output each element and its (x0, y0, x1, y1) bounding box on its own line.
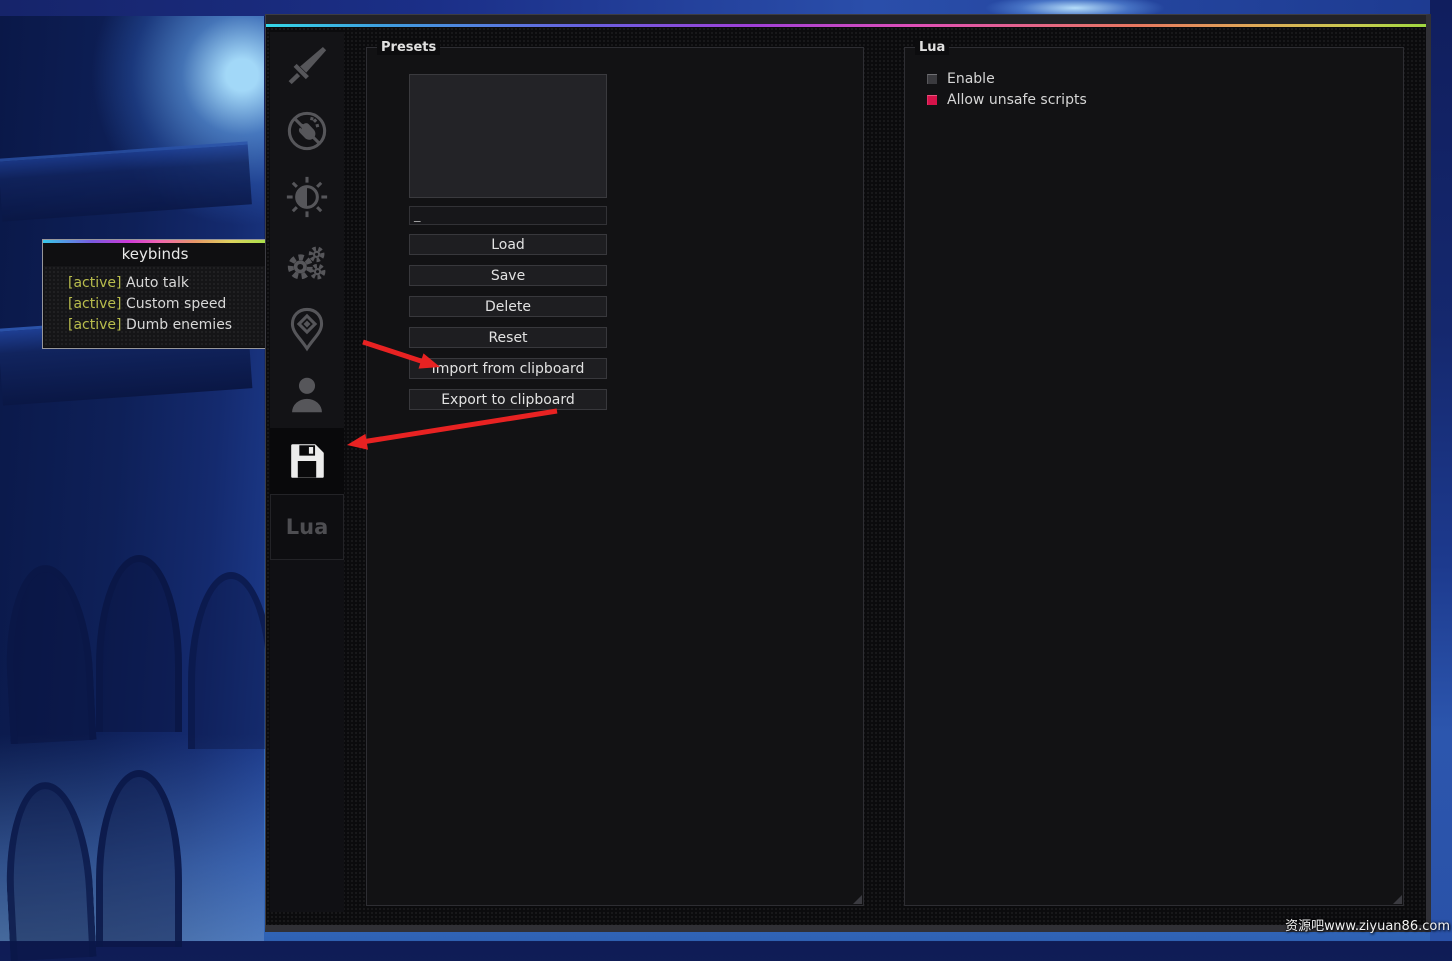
keybinds-list: [active] Auto talk [active] Custom speed… (44, 266, 266, 347)
tower-arch (188, 572, 274, 749)
presets-panel: Presets _ Load Save Delete Reset Import … (366, 47, 864, 906)
keybind-label: Custom speed (126, 296, 226, 312)
window-accent-bar (266, 24, 1426, 27)
import-clipboard-button[interactable]: Import from clipboard (409, 358, 607, 379)
resize-grip[interactable] (853, 895, 862, 904)
keybind-label: Dumb enemies (126, 317, 232, 333)
reset-button[interactable]: Reset (409, 327, 607, 348)
keybinds-titlebar[interactable]: keybinds (43, 243, 267, 265)
presets-panel-title: Presets (377, 40, 440, 55)
save-button[interactable]: Save (409, 265, 607, 286)
checkbox-checked-icon[interactable] (927, 95, 937, 105)
sidebar-tab-visuals[interactable] (270, 164, 344, 230)
checkbox-label: Enable (947, 71, 995, 87)
sidebar-tab-player[interactable] (270, 362, 344, 428)
export-clipboard-button[interactable]: Export to clipboard (409, 389, 607, 410)
checkbox-enable[interactable]: Enable (927, 72, 995, 86)
keybind-item: [active] Dumb enemies (68, 315, 266, 336)
window-titlebar[interactable] (266, 15, 1426, 24)
lua-panel: Lua Enable Allow unsafe scripts (904, 47, 1404, 906)
sidebar-tab-settings[interactable] (270, 230, 344, 296)
keybind-item: [active] Auto talk (68, 273, 266, 294)
preset-name-input[interactable]: _ (409, 206, 607, 225)
keybind-item: [active] Custom speed (68, 294, 266, 315)
keybind-active-tag: [active] (68, 296, 121, 312)
game-background-right (1430, 0, 1452, 941)
mod-menu-window: Lua Presets _ Load Save Delete Reset Imp… (265, 14, 1431, 932)
game-background-tower (0, 0, 264, 941)
tower-arch (1, 780, 96, 961)
sword-icon (284, 42, 330, 88)
gears-icon (284, 240, 330, 286)
checkbox-allow-unsafe-scripts[interactable]: Allow unsafe scripts (927, 93, 1087, 107)
keybind-label: Auto talk (126, 275, 189, 291)
lua-panel-title: Lua (915, 40, 949, 55)
tower-arch (1, 563, 96, 744)
sidebar-tab-config[interactable] (270, 428, 344, 494)
map-pin-icon (284, 306, 330, 352)
load-button[interactable]: Load (409, 234, 607, 255)
tower-arch (96, 555, 182, 732)
tower-arch (96, 770, 182, 947)
tower-band (0, 141, 252, 221)
sidebar-tab-teleport[interactable] (270, 296, 344, 362)
screen: { "colors": { "accent_gradient_left": "#… (0, 0, 1452, 941)
sidebar-tab-combat[interactable] (270, 32, 344, 98)
keybind-active-tag: [active] (68, 275, 121, 291)
checkbox-label: Allow unsafe scripts (947, 92, 1087, 108)
delete-button[interactable]: Delete (409, 296, 607, 317)
keybinds-window: keybinds [active] Auto talk [active] Cus… (42, 239, 268, 349)
brightness-icon (284, 174, 330, 220)
sidebar-tabbar: Lua (270, 32, 344, 912)
sidebar-tab-no-touch[interactable] (270, 98, 344, 164)
person-icon (284, 372, 330, 418)
checkbox-unchecked-icon[interactable] (927, 74, 937, 84)
watermark-text: 资源吧www.ziyuan86.com (1285, 915, 1450, 934)
sidebar-section-lua[interactable]: Lua (270, 494, 344, 560)
floppy-icon (284, 438, 330, 484)
no-touch-icon (284, 108, 330, 154)
preset-preview-box (409, 74, 607, 198)
resize-grip[interactable] (1393, 895, 1402, 904)
keybind-active-tag: [active] (68, 317, 121, 333)
